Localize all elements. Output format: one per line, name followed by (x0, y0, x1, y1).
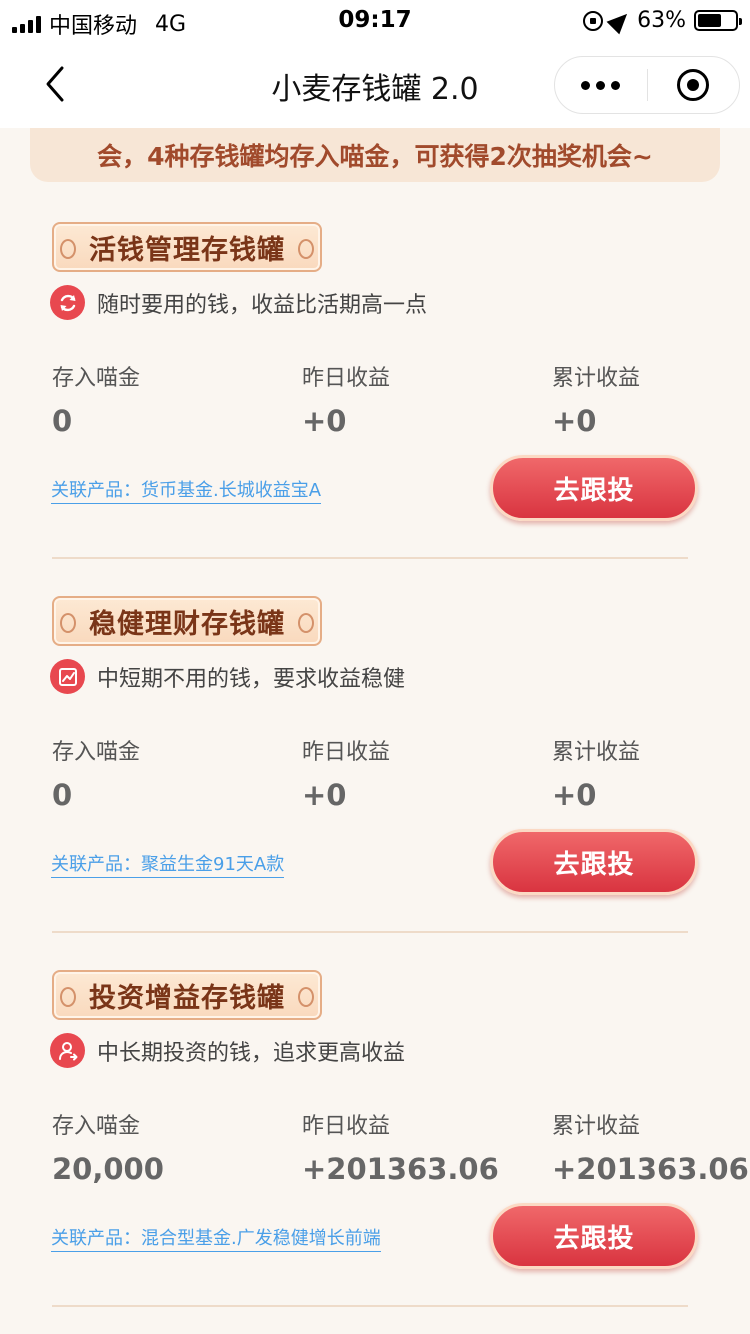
deposit-label: 存入喵金 (52, 1114, 141, 1139)
battery-icon (694, 10, 742, 31)
yesterday-value: +201363.06 (302, 1152, 499, 1186)
battery-fill (698, 14, 721, 27)
section-title: 投资增益存钱罐 (89, 982, 285, 1014)
yesterday-label: 昨日收益 (302, 1114, 391, 1139)
related-product-link[interactable]: 关联产品：混合型基金.广发稳健增长前端 (51, 1227, 381, 1252)
related-product-link[interactable]: 关联产品：聚益生金91天A款 (51, 853, 285, 878)
total-label: 累计收益 (552, 740, 641, 765)
deposit-label: 存入喵金 (52, 366, 141, 391)
piggy-bank-section: 稳健理财存钱罐 中短期不用的钱，要求收益稳健 存入喵金 0 昨日收益 +0 累计… (0, 596, 750, 970)
deposit-stat: 存入喵金 20,000 (52, 1108, 164, 1186)
section-title: 活钱管理存钱罐 (89, 234, 285, 266)
total-value: +0 (552, 404, 597, 438)
deposit-label: 存入喵金 (52, 740, 141, 765)
total-label: 累计收益 (552, 1114, 641, 1139)
deposit-stat: 存入喵金 0 (52, 360, 140, 438)
notice-text: 会，4种存钱罐均存入喵金，可获得2次抽奖机会~ (97, 142, 653, 171)
battery-percent: 63% (637, 8, 686, 33)
total-stat: 累计收益 +0 (552, 360, 640, 438)
related-product-link[interactable]: 关联产品：货币基金.长城收益宝A (51, 479, 322, 504)
total-value: +0 (552, 778, 597, 812)
deposit-value: 0 (52, 778, 73, 812)
yesterday-stat: 昨日收益 +201363.06 (302, 1108, 499, 1186)
section-title-banner: 稳健理财存钱罐 (52, 596, 322, 646)
yesterday-value: +0 (302, 778, 347, 812)
trend-chart-icon (50, 659, 85, 694)
back-button[interactable] (38, 64, 74, 104)
more-button[interactable] (555, 57, 647, 113)
follow-invest-button[interactable]: 去跟投 (490, 455, 698, 521)
yesterday-label: 昨日收益 (302, 740, 391, 765)
target-icon (677, 69, 710, 101)
refresh-icon (50, 285, 85, 320)
nav-bar: 小麦存钱罐 2.0 (0, 40, 750, 128)
total-value: +201363.06 (552, 1152, 749, 1186)
signal-icon (12, 15, 41, 33)
user-invest-icon (50, 1033, 85, 1068)
section-desc: 随时要用的钱，收益比活期高一点 (50, 285, 427, 320)
carrier-name: 中国移动 (49, 14, 138, 39)
section-desc: 中长期投资的钱，追求更高收益 (50, 1033, 405, 1068)
yesterday-stat: 昨日收益 +0 (302, 360, 390, 438)
total-stat: 累计收益 +0 (552, 734, 640, 812)
section-desc-text: 中长期投资的钱，追求更高收益 (97, 1040, 406, 1066)
section-title-banner: 投资增益存钱罐 (52, 970, 322, 1020)
section-desc: 中短期不用的钱，要求收益稳健 (50, 659, 405, 694)
deposit-value: 0 (52, 404, 73, 438)
section-divider (52, 557, 688, 559)
total-stat: 累计收益 +201363.06 (552, 1108, 749, 1186)
yesterday-label: 昨日收益 (302, 366, 391, 391)
status-bar: 中国移动 4G 09:17 63% (0, 0, 750, 40)
total-label: 累计收益 (552, 366, 641, 391)
follow-invest-button[interactable]: 去跟投 (490, 1203, 698, 1269)
more-dots-icon (581, 80, 591, 90)
piggy-bank-section: 投资增益存钱罐 中长期投资的钱，追求更高收益 存入喵金 20,000 昨日收益 … (0, 970, 750, 1334)
chevron-left-icon (46, 66, 64, 102)
notice-banner: 会，4种存钱罐均存入喵金，可获得2次抽奖机会~ (30, 128, 720, 182)
network-type: 4G (155, 11, 187, 37)
yesterday-value: +0 (302, 404, 347, 438)
section-divider (52, 931, 688, 933)
location-icon (606, 7, 634, 34)
status-left: 中国移动 4G (12, 8, 186, 40)
section-title-banner: 活钱管理存钱罐 (52, 222, 322, 272)
close-miniprogram-button[interactable] (648, 57, 740, 113)
piggy-bank-section: 活钱管理存钱罐 随时要用的钱，收益比活期高一点 存入喵金 0 昨日收益 +0 累… (0, 222, 750, 596)
deposit-value: 20,000 (52, 1152, 164, 1186)
section-desc-text: 随时要用的钱，收益比活期高一点 (97, 292, 428, 318)
deposit-stat: 存入喵金 0 (52, 734, 140, 812)
yesterday-stat: 昨日收益 +0 (302, 734, 390, 812)
miniprogram-capsule (554, 56, 740, 114)
section-title: 稳健理财存钱罐 (89, 608, 285, 640)
section-desc-text: 中短期不用的钱，要求收益稳健 (97, 666, 406, 692)
orientation-lock-icon (583, 10, 604, 31)
section-divider (52, 1305, 688, 1307)
follow-invest-button[interactable]: 去跟投 (490, 829, 698, 895)
status-right: 63% (583, 7, 742, 34)
